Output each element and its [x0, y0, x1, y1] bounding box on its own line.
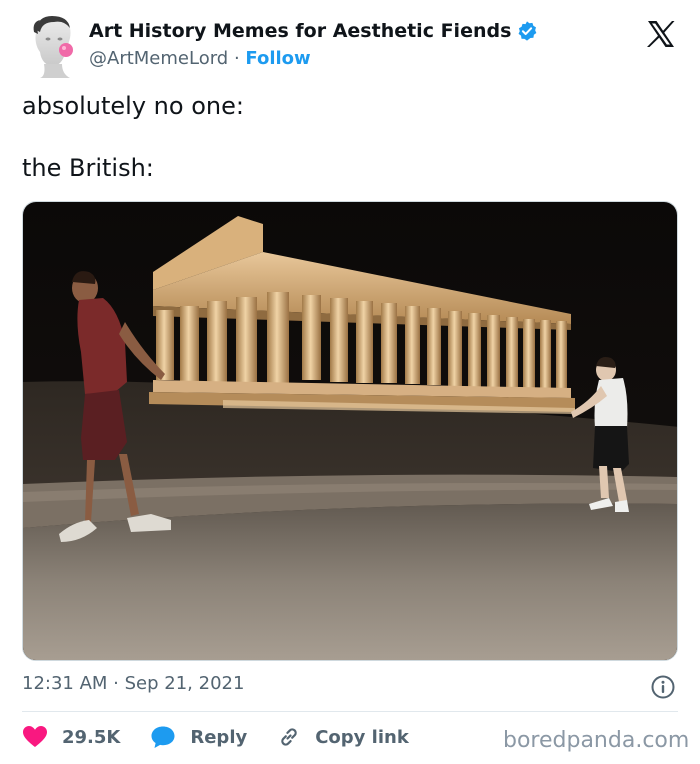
author-handle-row: @ArtMemeLord · Follow: [89, 48, 311, 69]
timestamp-separator: ·: [107, 673, 125, 694]
verified-badge-icon: [518, 21, 537, 41]
author-name-row: Art History Memes for Aesthetic Fiends: [89, 20, 538, 42]
actions-divider: [22, 711, 678, 712]
handle-separator: ·: [228, 48, 246, 69]
watermark: boredpanda.com: [503, 728, 690, 753]
tweet-timestamp[interactable]: 12:31 AM · Sep 21, 2021: [22, 673, 244, 694]
info-icon[interactable]: [650, 674, 676, 700]
like-button[interactable]: 29.5K: [22, 725, 120, 749]
reply-bubble-icon: [151, 726, 175, 748]
author-name[interactable]: Art History Memes for Aesthetic Fiends: [89, 20, 511, 42]
copy-link-button[interactable]: Copy link: [277, 725, 409, 749]
copy-link-label: Copy link: [315, 726, 409, 748]
temple-night-photo: [23, 202, 677, 660]
tweet-time: 12:31 AM: [22, 673, 108, 694]
heart-icon: [23, 726, 47, 747]
tweet-date: Sep 21, 2021: [124, 673, 245, 694]
follow-button[interactable]: Follow: [245, 48, 310, 69]
tweet-text-line-2: the British:: [22, 154, 154, 182]
avatar[interactable]: [26, 14, 82, 78]
tweet-header: Art History Memes for Aesthetic Fiends @…: [0, 0, 700, 90]
tweet-actions: 29.5K Reply Copy link: [22, 722, 439, 752]
tweet-photo[interactable]: [22, 201, 678, 661]
reply-label: Reply: [190, 726, 248, 748]
like-count: 29.5K: [62, 726, 121, 748]
link-icon: [281, 728, 297, 746]
x-logo-icon[interactable]: [646, 20, 676, 48]
tweet-text-line-1: absolutely no one:: [22, 92, 244, 120]
author-handle[interactable]: @ArtMemeLord: [89, 48, 228, 69]
reply-button[interactable]: Reply: [150, 725, 247, 749]
